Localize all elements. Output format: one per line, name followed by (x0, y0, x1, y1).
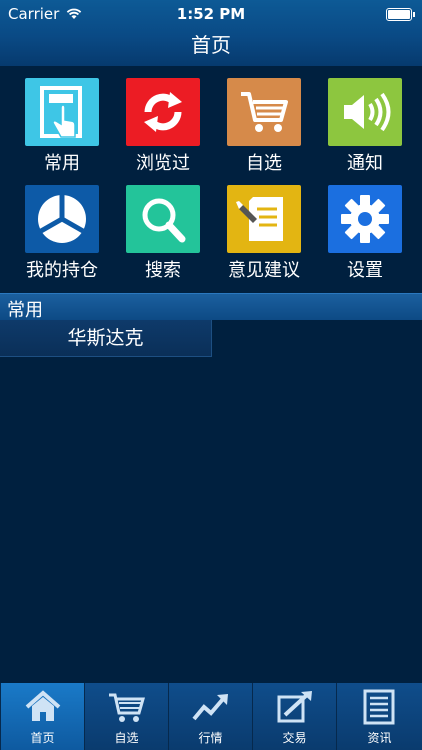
note-edit-icon (227, 185, 301, 253)
trend-icon (192, 694, 228, 721)
refresh-icon (126, 78, 200, 146)
tab-trade[interactable]: 交易 (252, 683, 336, 750)
tab-news[interactable]: 资讯 (336, 683, 422, 750)
shortcut-search[interactable]: 搜索 (113, 185, 213, 282)
tab-bar: 首页 自选 行情 交易 资讯 (0, 683, 422, 750)
shortcut-notifications[interactable]: 通知 (315, 78, 415, 175)
shortcut-label: 我的持仓 (26, 260, 98, 281)
shortcut-settings[interactable]: 设置 (315, 185, 415, 282)
cart-icon (109, 693, 145, 722)
shortcut-label: 搜索 (145, 260, 181, 281)
shortcut-holdings[interactable]: 我的持仓 (12, 185, 112, 282)
pie-chart-icon (25, 185, 99, 253)
shortcut-feedback[interactable]: 意见建议 (214, 185, 314, 282)
page-title: 首页 (191, 33, 231, 57)
home-icon (25, 690, 61, 721)
shortcut-label: 意见建议 (228, 260, 300, 281)
hand-click-icon (25, 78, 99, 146)
list-item[interactable]: 华斯达克 (0, 320, 212, 357)
tab-watchlist[interactable]: 自选 (84, 683, 168, 750)
gear-icon (328, 185, 402, 253)
shortcut-label: 自选 (246, 153, 282, 174)
shortcut-label: 浏览过 (136, 153, 190, 174)
clock: 1:52 PM (176, 5, 246, 23)
shortcut-label: 设置 (347, 260, 383, 281)
shortcut-common[interactable]: 常用 (12, 78, 112, 175)
shortcut-label: 常用 (44, 153, 80, 174)
tab-label: 行情 (198, 731, 223, 745)
tab-home[interactable]: 首页 (0, 683, 84, 750)
list-item-label: 华斯达克 (67, 327, 144, 349)
tab-label: 首页 (30, 731, 55, 745)
news-icon (363, 689, 395, 725)
trade-icon (277, 691, 312, 723)
tab-label: 自选 (114, 731, 139, 745)
navigation-bar: Carrier 1:52 PM 首页 (0, 0, 422, 66)
tab-label: 资讯 (367, 731, 392, 745)
battery-icon (386, 8, 415, 21)
shortcut-label: 通知 (347, 153, 383, 174)
shortcut-watchlist[interactable]: 自选 (214, 78, 314, 175)
section-header: 常用 (0, 293, 422, 321)
section-title: 常用 (7, 300, 43, 321)
tab-market[interactable]: 行情 (168, 683, 252, 750)
search-icon (126, 185, 200, 253)
speaker-icon (328, 78, 402, 146)
shortcut-history[interactable]: 浏览过 (113, 78, 213, 175)
cart-icon (227, 78, 301, 146)
status-bar: Carrier 1:52 PM (0, 5, 422, 25)
tab-label: 交易 (282, 731, 307, 745)
